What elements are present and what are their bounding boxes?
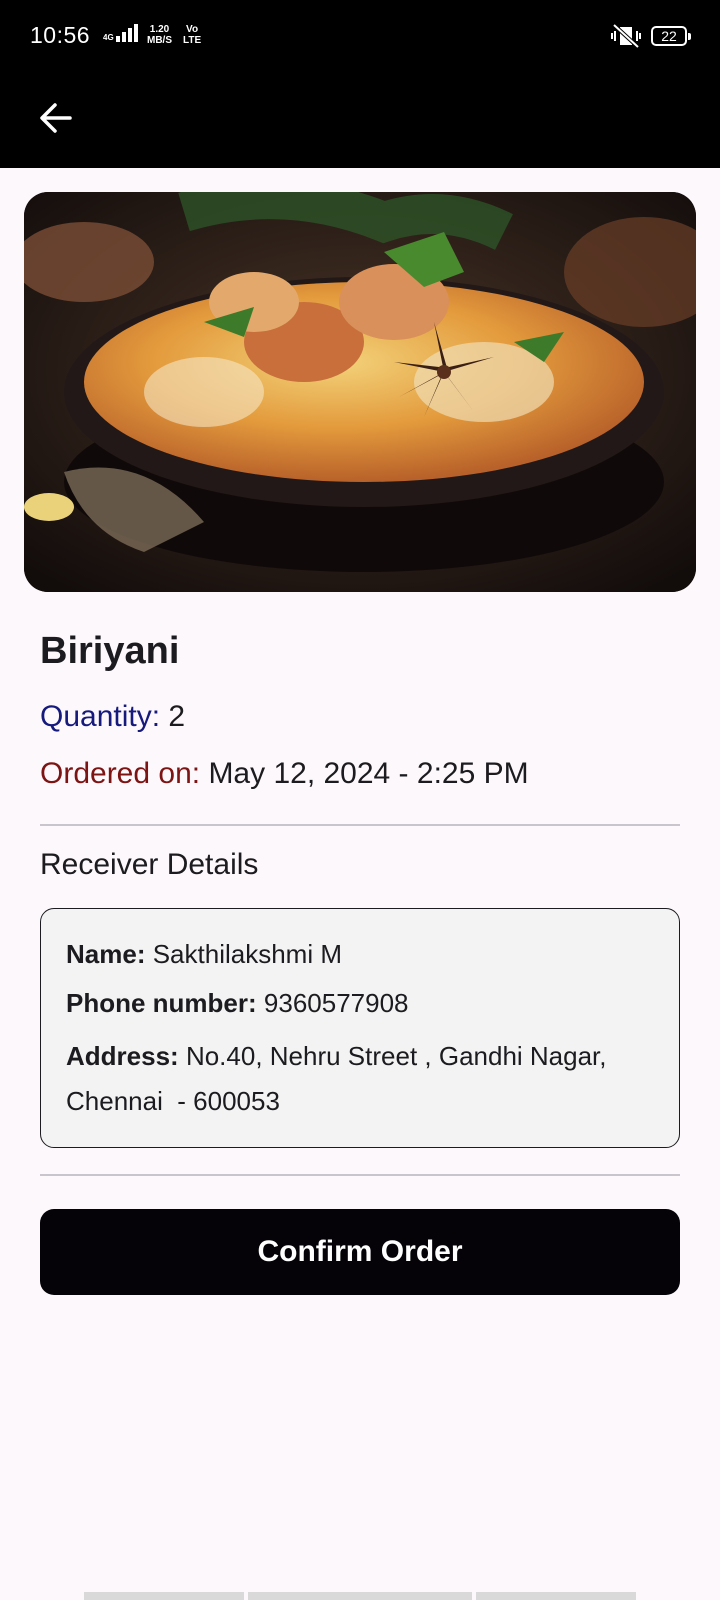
name-label: Name:	[66, 939, 146, 969]
quantity-row: Quantity: 2	[40, 700, 185, 734]
network-type: 4G	[103, 33, 114, 42]
back-button[interactable]	[28, 90, 84, 146]
network-speed: 1.20 MB/S	[147, 24, 172, 46]
volte-indicator: Vo LTE	[183, 24, 201, 46]
nav-gesture-bar	[476, 1592, 636, 1600]
receiver-section-title: Receiver Details	[40, 848, 259, 881]
ordered-on-value: May 12, 2024 - 2:25 PM	[208, 757, 529, 790]
nav-gesture-bar	[84, 1592, 244, 1600]
nav-gesture-bar	[248, 1592, 472, 1600]
name-value: Sakthilakshmi M	[152, 939, 342, 969]
quantity-value: 2	[168, 700, 186, 733]
volte-top: Vo	[186, 24, 199, 35]
status-bar: 10:56 4G 1.20 MB/S Vo LTE 22	[0, 0, 720, 72]
ordered-on-row: Ordered on: May 12, 2024 - 2:25 PM	[40, 757, 529, 791]
receiver-address-row: Address: No.40, Nehru Street , Gandhi Na…	[66, 1041, 607, 1072]
volte-bottom: LTE	[183, 35, 202, 46]
confirm-order-button[interactable]: Confirm Order	[40, 1209, 680, 1295]
phone-label: Phone number:	[66, 988, 257, 1018]
receiver-phone-row: Phone number: 9360577908	[66, 988, 409, 1019]
status-time: 10:56	[30, 22, 91, 48]
battery-icon: 22	[651, 26, 691, 46]
speed-value: 1.20	[149, 24, 170, 35]
speed-unit: MB/S	[147, 35, 172, 46]
address-label: Address:	[66, 1041, 179, 1071]
address-line-1: No.40, Nehru Street , Gandhi Nagar,	[185, 1041, 607, 1071]
signal-bars-icon	[115, 24, 138, 42]
address-line-2: Chennai - 600053	[66, 1086, 280, 1116]
receiver-card: Name: Sakthilakshmi M Phone number: 9360…	[40, 908, 680, 1148]
divider	[40, 824, 680, 826]
signal-indicator: 4G	[103, 24, 138, 42]
arrow-left-icon	[40, 103, 72, 133]
ordered-on-label: Ordered on:	[40, 757, 201, 790]
item-title: Biriyani	[40, 630, 180, 672]
receiver-name-row: Name: Sakthilakshmi M	[66, 939, 342, 970]
food-image	[24, 192, 696, 592]
divider	[40, 1174, 680, 1176]
vibrate-off-icon	[611, 23, 641, 49]
app-bar	[0, 72, 720, 168]
quantity-label: Quantity:	[40, 700, 161, 733]
phone-value: 9360577908	[263, 988, 409, 1018]
